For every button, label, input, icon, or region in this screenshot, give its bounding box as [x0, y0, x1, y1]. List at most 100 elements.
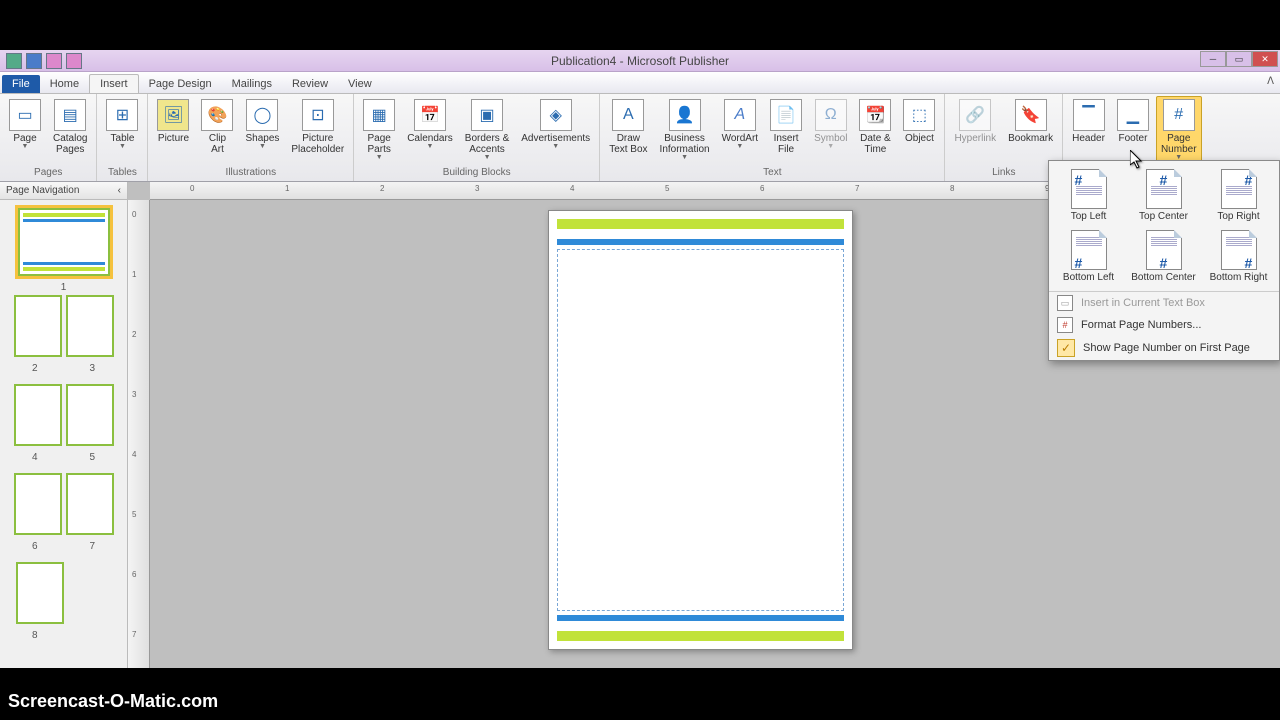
thumb-label-4: 4: [32, 452, 38, 463]
symbol-button[interactable]: ΩSymbol▼: [809, 96, 852, 153]
page-canvas[interactable]: [548, 210, 853, 650]
insert-file-icon: 📄: [770, 99, 802, 131]
page-thumb-8[interactable]: [16, 562, 64, 624]
bottom-blue-stripe: [557, 615, 844, 621]
nav-title: Page Navigation: [6, 185, 79, 196]
footer-button[interactable]: ▁Footer: [1112, 96, 1154, 147]
group-text-label: Text: [604, 166, 940, 179]
minimize-button[interactable]: ─: [1200, 51, 1226, 67]
picture-placeholder-button[interactable]: ⊡Picture Placeholder: [286, 96, 349, 158]
insert-current-text-box-item: ▭ Insert in Current Text Box: [1049, 292, 1279, 314]
check-icon: ✓: [1057, 339, 1075, 357]
calendar-icon: 📅: [414, 99, 446, 131]
bookmark-icon: 🔖: [1015, 99, 1047, 131]
clip-art-button[interactable]: 🎨Clip Art: [196, 96, 238, 158]
pn-label: Bottom Left: [1063, 272, 1114, 283]
symbol-icon: Ω: [815, 99, 847, 131]
borders-accents-button[interactable]: ▣Borders & Accents▼: [460, 96, 514, 164]
redo-icon[interactable]: [66, 53, 82, 69]
date-time-button[interactable]: 📆Date & Time: [854, 96, 896, 158]
hyperlink-icon: 🔗: [959, 99, 991, 131]
ads-icon: ◈: [540, 99, 572, 131]
object-icon: ⬚: [903, 99, 935, 131]
thumb-label-2: 2: [32, 363, 38, 374]
wordart-icon: A: [724, 99, 756, 131]
undo-icon[interactable]: [46, 53, 62, 69]
page-number-button[interactable]: #Page Number▼: [1156, 96, 1202, 164]
page-parts-button[interactable]: ▦Page Parts▼: [358, 96, 400, 164]
page-number-tr[interactable]: #Top Right: [1201, 165, 1276, 226]
close-button[interactable]: ✕: [1252, 51, 1278, 67]
footer-icon: ▁: [1117, 99, 1149, 131]
catalog-pages-button[interactable]: ▤Catalog Pages: [48, 96, 92, 158]
wordart-button[interactable]: AWordArt▼: [717, 96, 764, 153]
text-box-small-icon: ▭: [1057, 295, 1073, 311]
picture-icon: 🖼: [157, 99, 189, 131]
business-icon: 👤: [669, 99, 701, 131]
picture-button[interactable]: 🖼Picture: [152, 96, 194, 147]
page-navigation-panel: Page Navigation ‹ 1 23 45 67 8: [0, 182, 128, 668]
ribbon-tabs: File Home Insert Page Design Mailings Re…: [0, 72, 1280, 94]
thumb-label-1: 1: [6, 282, 121, 293]
header-button[interactable]: ▔Header: [1067, 96, 1110, 147]
page-number-icon: #: [1163, 99, 1195, 131]
page-thumb-3[interactable]: [66, 295, 114, 357]
page-number-tl[interactable]: #Top Left: [1051, 165, 1126, 226]
thumb-label-7: 7: [89, 541, 95, 552]
text-box-icon: A: [612, 99, 644, 131]
group-pages-label: Pages: [4, 166, 92, 179]
table-icon: ⊞: [106, 99, 138, 131]
save-icon[interactable]: [26, 53, 42, 69]
tab-home[interactable]: Home: [40, 75, 89, 93]
thumb-label-5: 5: [89, 452, 95, 463]
group-links-label: Links: [949, 166, 1058, 179]
table-button[interactable]: ⊞Table▼: [101, 96, 143, 153]
tab-file[interactable]: File: [2, 75, 40, 93]
nav-collapse-icon[interactable]: ‹: [118, 185, 121, 196]
vertical-ruler: 01234567: [128, 200, 150, 668]
page-parts-icon: ▦: [363, 99, 395, 131]
ribbon-collapse-icon[interactable]: ᐱ: [1267, 76, 1274, 87]
maximize-button[interactable]: ▭: [1226, 51, 1252, 67]
tab-view[interactable]: View: [338, 75, 382, 93]
object-button[interactable]: ⬚Object: [898, 96, 940, 147]
page-thumb-1[interactable]: [18, 208, 110, 276]
calendars-button[interactable]: 📅Calendars▼: [402, 96, 458, 153]
page-margin-guide: [557, 249, 844, 611]
hyperlink-button[interactable]: 🔗Hyperlink: [949, 96, 1001, 147]
page-number-bl[interactable]: #Bottom Left: [1051, 226, 1126, 287]
pn-label: Top Left: [1071, 211, 1107, 222]
catalog-icon: ▤: [54, 99, 86, 131]
page-thumb-2[interactable]: [14, 295, 62, 357]
bottom-lime-stripe: [557, 631, 844, 641]
insert-file-button[interactable]: 📄Insert File: [765, 96, 807, 158]
page-number-br[interactable]: #Bottom Right: [1201, 226, 1276, 287]
placeholder-icon: ⊡: [302, 99, 334, 131]
bookmark-button[interactable]: 🔖Bookmark: [1003, 96, 1058, 147]
page-thumb-4[interactable]: [14, 384, 62, 446]
page-thumb-6[interactable]: [14, 473, 62, 535]
window-title: Publication4 - Microsoft Publisher: [551, 54, 729, 68]
page-thumb-5[interactable]: [66, 384, 114, 446]
page-button[interactable]: ▭Page▼: [4, 96, 46, 153]
pn-label: Top Right: [1217, 211, 1259, 222]
page-number-bc[interactable]: #Bottom Center: [1126, 226, 1201, 287]
draw-text-box-button[interactable]: ADraw Text Box: [604, 96, 652, 158]
page-number-tc[interactable]: #Top Center: [1126, 165, 1201, 226]
format-page-numbers-item[interactable]: # Format Page Numbers...: [1049, 314, 1279, 336]
business-info-button[interactable]: 👤Business Information▼: [655, 96, 715, 164]
tab-page-design[interactable]: Page Design: [139, 75, 222, 93]
thumb-label-6: 6: [32, 541, 38, 552]
shapes-button[interactable]: ◯Shapes▼: [240, 96, 284, 153]
pn-label: Bottom Center: [1131, 272, 1195, 283]
format-small-icon: #: [1057, 317, 1073, 333]
page-thumb-7[interactable]: [66, 473, 114, 535]
tab-review[interactable]: Review: [282, 75, 338, 93]
show-page-number-first-page-item[interactable]: ✓ Show Page Number on First Page: [1049, 336, 1279, 360]
tab-mailings[interactable]: Mailings: [222, 75, 282, 93]
watermark: Screencast-O-Matic.com: [8, 691, 218, 712]
tab-insert[interactable]: Insert: [89, 74, 139, 93]
borders-icon: ▣: [471, 99, 503, 131]
group-building-blocks-label: Building Blocks: [358, 166, 595, 179]
advertisements-button[interactable]: ◈Advertisements▼: [516, 96, 595, 153]
